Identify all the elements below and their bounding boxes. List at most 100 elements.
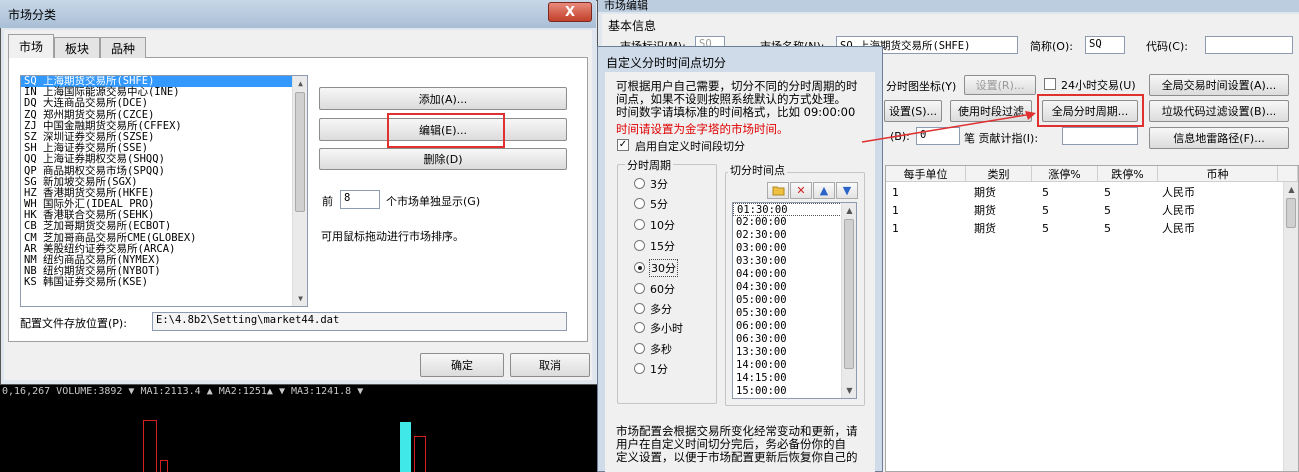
list-item[interactable]: CB 芝加哥期货交易所(ECBOT) <box>21 221 307 232</box>
cancel-button[interactable]: 取消 <box>510 353 590 377</box>
global-trade-time-button[interactable]: 全局交易时间设置(A)... <box>1149 74 1289 96</box>
volume-bar <box>400 422 411 472</box>
market-list[interactable]: SQ 上海期货交易所(SHFE) IN 上海国际能源交易中心(INE) DQ 大… <box>20 75 308 307</box>
list-item[interactable]: 06:30:00 <box>733 333 856 346</box>
list-item[interactable]: 04:00:00 <box>733 268 856 281</box>
points-group-title: 切分时间点 <box>728 162 787 178</box>
chart-indicator-header: 0,16,267 VOLUME:3892 ▼ MA1:2113.4 ▲ MA2:… <box>2 386 364 397</box>
ok-button[interactable]: 确定 <box>420 353 504 377</box>
scroll-up-icon[interactable]: ▲ <box>842 203 856 218</box>
list-item[interactable]: 03:30:00 <box>733 255 856 268</box>
list-item[interactable]: 06:00:00 <box>733 320 856 333</box>
chart-coord-label: 分时图坐标(Y) <box>886 80 957 93</box>
scroll-up-icon[interactable]: ▲ <box>1284 182 1299 197</box>
folder-icon[interactable] <box>767 182 789 199</box>
footer-line-3: 定义设置，以便于市场配置更新后恢复你自己的 <box>616 450 858 464</box>
list-item[interactable]: 05:30:00 <box>733 307 856 320</box>
time-list-scrollbar[interactable]: ▲ ▼ <box>841 203 856 398</box>
grid-header-limit-down[interactable]: 跌停% <box>1098 166 1158 182</box>
radio-icon[interactable] <box>634 178 645 189</box>
grid-header-limit-up[interactable]: 涨停% <box>1032 166 1098 182</box>
front-label: 前 <box>322 195 333 208</box>
info-mine-path-button[interactable]: 信息地雷路径(F)... <box>1149 127 1289 149</box>
volume-bar <box>414 436 426 472</box>
move-down-icon[interactable]: ▼ <box>836 182 858 199</box>
radio-icon[interactable] <box>634 198 645 209</box>
settings-button[interactable]: 设置(R)... <box>964 75 1036 95</box>
list-item[interactable]: 13:30:00 <box>733 346 856 359</box>
custom-period-title: 自定义分时时间点切分 <box>606 56 727 70</box>
list-item[interactable]: KS 韩国证券交易所(KSE) <box>21 277 307 288</box>
grid-header-category[interactable]: 类别 <box>966 166 1032 182</box>
short-name-label: 简称(O): <box>1030 40 1073 53</box>
scroll-thumb[interactable] <box>844 219 854 369</box>
volume-bar <box>160 460 168 472</box>
scroll-thumb[interactable] <box>1286 198 1296 228</box>
code-label: 代码(C): <box>1146 40 1188 53</box>
radio-icon[interactable] <box>634 343 645 354</box>
radio-icon[interactable] <box>634 219 645 230</box>
tab-product[interactable]: 品种 <box>100 37 146 58</box>
market-category-titlebar <box>0 0 596 28</box>
drag-hint: 可用鼠标拖动进行市场排序。 <box>321 230 464 243</box>
add-button[interactable]: 添加(A)... <box>319 87 567 110</box>
code-field[interactable] <box>1205 36 1293 54</box>
chart-area <box>0 385 598 472</box>
list-item[interactable]: 04:30:00 <box>733 281 856 294</box>
list-item[interactable]: 03:00:00 <box>733 242 856 255</box>
basic-info-heading: 基本信息 <box>608 19 657 33</box>
radio-icon[interactable] <box>634 303 645 314</box>
warning-text: 时间请设置为金字塔的市场时间。 <box>616 122 789 136</box>
radio-icon[interactable] <box>634 240 645 251</box>
list-item[interactable]: 01:30:00 <box>733 203 856 216</box>
enable-checkbox[interactable]: ✓ <box>617 139 629 151</box>
list-item[interactable]: DQ 大连商品交易所(DCE) <box>21 98 307 109</box>
contrib-field[interactable] <box>1062 127 1138 145</box>
tab-market[interactable]: 市场 <box>8 34 54 58</box>
radio-icon[interactable] <box>634 283 645 294</box>
config-path-field[interactable]: E:\4.8b2\Setting\market44.dat <box>152 312 567 331</box>
list-item[interactable]: 02:30:00 <box>733 229 856 242</box>
highlight-edit <box>387 113 505 148</box>
grid-header-currency[interactable]: 币种 <box>1158 166 1278 182</box>
time-point-list[interactable]: 01:30:00 02:00:00 02:30:00 03:00:00 03:3… <box>732 202 857 399</box>
scroll-down-icon[interactable]: ▼ <box>293 291 307 306</box>
move-up-icon[interactable]: ▲ <box>813 182 835 199</box>
product-grid: 每手单位 类别 涨停% 跌停% 币种 1 期货 5 5 人民币 1 期货 5 5… <box>885 165 1299 472</box>
market-category-title: 市场分类 <box>8 8 57 22</box>
scroll-up-icon[interactable]: ▲ <box>293 76 307 91</box>
market-list-scrollbar[interactable]: ▲ ▼ <box>292 76 307 306</box>
h24-checkbox[interactable] <box>1044 78 1056 90</box>
delete-icon[interactable]: ✕ <box>790 182 812 199</box>
garbage-code-filter-button[interactable]: 垃圾代码过滤设置(B)... <box>1149 100 1289 122</box>
delete-button[interactable]: 删除(D) <box>319 148 567 170</box>
market-edit-title: 市场编辑 <box>604 0 648 12</box>
tab-sector[interactable]: 板块 <box>54 37 100 58</box>
radio-icon[interactable] <box>634 322 645 333</box>
grid-scrollbar[interactable]: ▲ <box>1283 182 1298 471</box>
list-item[interactable]: 05:00:00 <box>733 294 856 307</box>
close-icon[interactable]: X <box>548 2 592 22</box>
scroll-down-icon[interactable]: ▼ <box>842 383 856 398</box>
desc-line-3: 时间数字请填标准的时间格式，比如 09:00:00 <box>616 105 856 119</box>
market-edit-titlebar <box>598 0 1299 12</box>
annotation-arrow <box>861 111 1036 143</box>
list-item[interactable]: 15:00:00 <box>733 385 856 398</box>
grid-header-lot-unit[interactable]: 每手单位 <box>886 166 966 182</box>
list-item[interactable]: QQ 上海证券期权交易(SHQQ) <box>21 154 307 165</box>
front-count-field[interactable]: 8 <box>340 190 380 209</box>
volume-bar <box>143 420 157 472</box>
highlight-global-period <box>1037 94 1144 127</box>
radio-icon[interactable] <box>634 363 645 374</box>
period-group-title: 分时周期 <box>625 157 673 173</box>
list-item[interactable]: 14:00:00 <box>733 359 856 372</box>
h24-label: 24小时交易(U) <box>1061 79 1136 92</box>
list-item[interactable]: 02:00:00 <box>733 216 856 229</box>
short-name-field[interactable]: SQ <box>1085 36 1125 54</box>
scroll-thumb[interactable] <box>295 92 305 212</box>
front-suffix-label: 个市场单独显示(G) <box>386 195 481 208</box>
list-item[interactable]: 14:15:00 <box>733 372 856 385</box>
list-item[interactable]: QP 商品期权交易市场(SPQQ) <box>21 165 307 177</box>
enable-label: 启用自定义时间段切分 <box>635 140 745 153</box>
radio-selected-icon[interactable] <box>634 262 645 273</box>
